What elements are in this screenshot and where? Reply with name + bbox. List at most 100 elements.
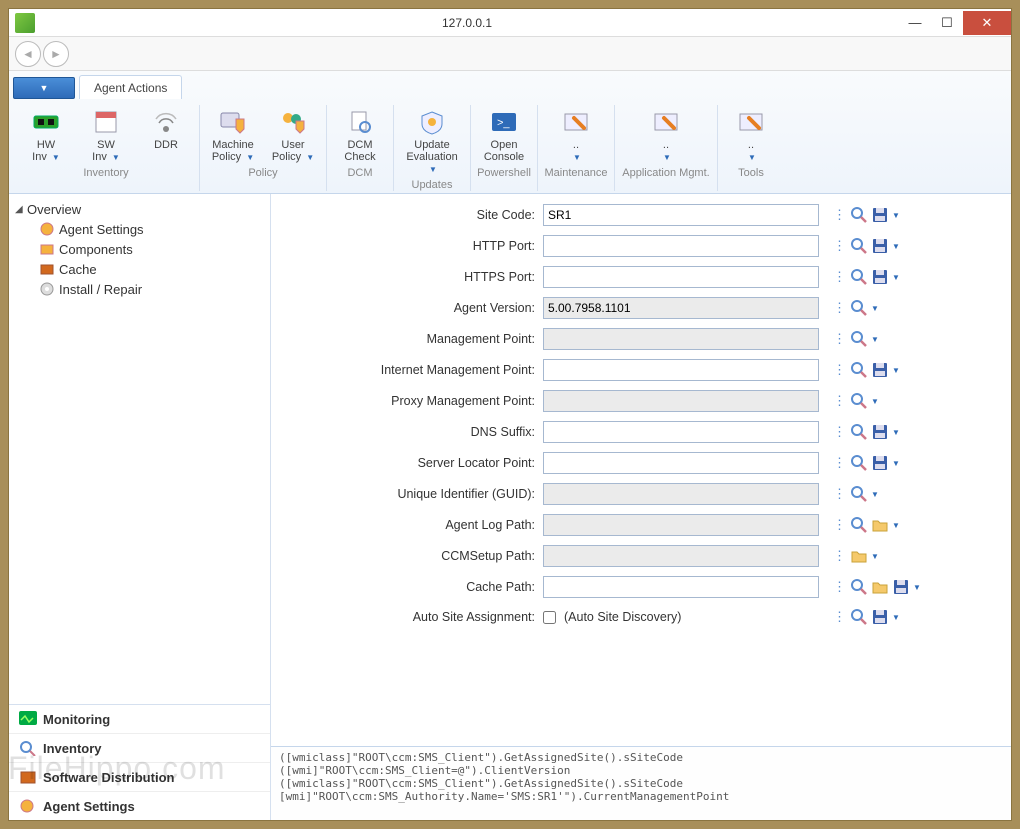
machine-policy-button[interactable]: MachinePolicy ▼ — [206, 105, 260, 165]
search-icon-button[interactable] — [849, 422, 869, 442]
save-icon-button[interactable] — [870, 205, 890, 225]
content-area: ◢Overview Agent Settings Components Cach… — [9, 194, 1011, 820]
form-row: DNS Suffix:⋮▼ — [271, 421, 1011, 443]
field-label: Internet Management Point: — [271, 363, 543, 377]
box-icon — [39, 261, 55, 277]
folder-icon-button[interactable] — [870, 577, 890, 597]
search-icon-button[interactable] — [849, 360, 869, 380]
field-actions: ⋮▼ — [833, 607, 901, 627]
search-icon-button[interactable] — [849, 205, 869, 225]
save-icon-button[interactable] — [870, 236, 890, 256]
dcm-check-button[interactable]: DCMCheck — [333, 105, 387, 165]
window-buttons: — ☐ ✕ — [899, 11, 1011, 35]
search-icon-button[interactable] — [849, 607, 869, 627]
folder-icon-button[interactable] — [849, 546, 869, 566]
tree-view: ◢Overview Agent Settings Components Cach… — [9, 194, 270, 704]
form-row: Server Locator Point:⋮▼ — [271, 452, 1011, 474]
save-icon-button[interactable] — [891, 577, 911, 597]
tab-agent-actions[interactable]: Agent Actions — [79, 75, 182, 99]
dropdown-icon[interactable]: ▼ — [870, 329, 880, 349]
dropdown-icon[interactable]: ▼ — [870, 546, 880, 566]
search-icon — [19, 740, 37, 756]
nav-bar: ◄ ► — [9, 37, 1011, 71]
ribbon-orb[interactable]: ▼ — [13, 77, 75, 99]
search-icon-button[interactable] — [849, 391, 869, 411]
form-row: Site Code:⋮▼ — [271, 204, 1011, 226]
field-input[interactable] — [543, 359, 819, 381]
ribbon-tabstrip: ▼ Agent Actions — [9, 71, 1011, 99]
field-actions: ⋮▼ — [833, 391, 880, 411]
field-input[interactable] — [543, 235, 819, 257]
search-icon-button[interactable] — [849, 236, 869, 256]
field-actions: ⋮▼ — [833, 329, 880, 349]
close-button[interactable]: ✕ — [963, 11, 1011, 35]
dropdown-icon[interactable]: ▼ — [891, 515, 901, 535]
dropdown-icon[interactable]: ▼ — [891, 267, 901, 287]
user-policy-button[interactable]: UserPolicy ▼ — [266, 105, 320, 165]
field-input[interactable] — [543, 204, 819, 226]
search-icon-button[interactable] — [849, 515, 869, 535]
nav-software-distribution[interactable]: Software Distribution — [9, 762, 270, 791]
ribbon-group-updates: UpdateEvaluation ▼ Updates — [394, 105, 471, 191]
search-icon-button[interactable] — [849, 267, 869, 287]
dropdown-icon[interactable]: ▼ — [870, 484, 880, 504]
bottom-nav: Monitoring Inventory Software Distributi… — [9, 704, 270, 820]
tree-item-install-repair[interactable]: Install / Repair — [15, 279, 264, 299]
field-input[interactable] — [543, 576, 819, 598]
dropdown-icon[interactable]: ▼ — [891, 422, 901, 442]
save-icon-button[interactable] — [870, 607, 890, 627]
wrench-window-icon — [649, 107, 683, 137]
ribbon-group-dcm: DCMCheck DCM — [327, 105, 394, 191]
search-icon-button[interactable] — [849, 453, 869, 473]
sw-inv-button[interactable]: SWInv ▼ — [79, 105, 133, 165]
ribbon-body: HWInv ▼ SWInv ▼ DDR Inventory MachinePol… — [9, 99, 1011, 193]
save-icon-button[interactable] — [870, 360, 890, 380]
folder-icon-button[interactable] — [870, 515, 890, 535]
dropdown-icon[interactable]: ▼ — [891, 360, 901, 380]
app-mgmt-button[interactable]: ..▼ — [621, 105, 711, 165]
tree-item-components[interactable]: Components — [15, 239, 264, 259]
auto-site-checkbox[interactable] — [543, 611, 556, 624]
field-input — [543, 514, 819, 536]
hw-inv-button[interactable]: HWInv ▼ — [19, 105, 73, 165]
nav-back-button[interactable]: ◄ — [15, 41, 41, 67]
monitor-shield-icon — [216, 107, 250, 137]
open-console-button[interactable]: >_OpenConsole — [477, 105, 531, 165]
nav-inventory[interactable]: Inventory — [9, 733, 270, 762]
nav-monitoring[interactable]: Monitoring — [9, 705, 270, 733]
dropdown-icon[interactable]: ▼ — [891, 607, 901, 627]
powershell-icon: >_ — [487, 107, 521, 137]
form-row: Cache Path:⋮▼ — [271, 576, 1011, 598]
field-actions: ⋮▼ — [833, 515, 901, 535]
maintenance-button[interactable]: ..▼ — [544, 105, 608, 165]
dropdown-icon[interactable]: ▼ — [912, 577, 922, 597]
tree-root-overview[interactable]: ◢Overview — [15, 200, 264, 219]
dropdown-icon[interactable]: ▼ — [891, 205, 901, 225]
search-icon-button[interactable] — [849, 484, 869, 504]
dropdown-icon[interactable]: ▼ — [891, 236, 901, 256]
save-icon-button[interactable] — [870, 267, 890, 287]
tree-item-agent-settings[interactable]: Agent Settings — [15, 219, 264, 239]
form-row: HTTP Port:⋮▼ — [271, 235, 1011, 257]
save-icon-button[interactable] — [870, 422, 890, 442]
field-input[interactable] — [543, 421, 819, 443]
nav-agent-settings[interactable]: Agent Settings — [9, 791, 270, 820]
minimize-button[interactable]: — — [899, 11, 931, 35]
save-icon-button[interactable] — [870, 453, 890, 473]
tools-button[interactable]: ..▼ — [724, 105, 778, 165]
maximize-button[interactable]: ☐ — [931, 11, 963, 35]
update-eval-button[interactable]: UpdateEvaluation ▼ — [400, 105, 464, 177]
field-actions: ⋮▼ — [833, 484, 880, 504]
dropdown-icon[interactable]: ▼ — [870, 298, 880, 318]
ddr-button[interactable]: DDR — [139, 105, 193, 165]
search-icon-button[interactable] — [849, 329, 869, 349]
field-input[interactable] — [543, 266, 819, 288]
form-row: HTTPS Port:⋮▼ — [271, 266, 1011, 288]
field-input[interactable] — [543, 452, 819, 474]
dropdown-icon[interactable]: ▼ — [891, 453, 901, 473]
nav-forward-button[interactable]: ► — [43, 41, 69, 67]
dropdown-icon[interactable]: ▼ — [870, 391, 880, 411]
tree-item-cache[interactable]: Cache — [15, 259, 264, 279]
search-icon-button[interactable] — [849, 298, 869, 318]
search-icon-button[interactable] — [849, 577, 869, 597]
